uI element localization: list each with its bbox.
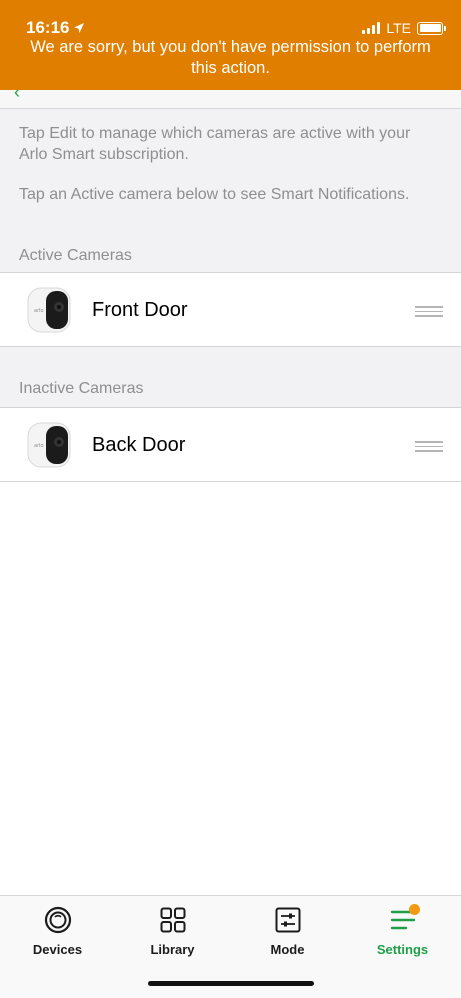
signal-icon <box>362 22 381 34</box>
library-icon <box>160 907 185 933</box>
camera-name: Front Door <box>92 299 188 321</box>
active-cameras-heading: Active Cameras <box>19 247 132 264</box>
home-indicator[interactable] <box>148 981 314 986</box>
camera-row-back-door[interactable]: arlo Back Door <box>0 407 461 482</box>
notification-dot <box>409 904 420 915</box>
banner-message: We are sorry, but you don't have permiss… <box>30 38 431 77</box>
tab-mode[interactable]: Mode <box>230 906 345 957</box>
status-time: 16:16 <box>26 18 85 38</box>
tab-label: Library <box>150 942 195 957</box>
tab-label: Mode <box>270 942 305 957</box>
screen: 16:16 LTE We are sorry, but you don't ha… <box>0 0 461 998</box>
camera-thumbnail-icon: arlo <box>27 422 71 468</box>
location-arrow-icon <box>74 23 85 33</box>
camera-thumbnail-icon: arlo <box>27 287 71 333</box>
drag-handle-icon[interactable] <box>415 441 443 455</box>
mode-icon <box>275 907 300 933</box>
camera-name: Back Door <box>92 434 186 456</box>
permission-banner: 16:16 LTE We are sorry, but you don't ha… <box>0 0 461 90</box>
info-active-text: Tap an Active camera below to see Smart … <box>19 186 410 203</box>
nav-header: ‹ <box>0 90 461 109</box>
svg-text:arlo: arlo <box>34 443 44 449</box>
empty-area <box>0 482 461 895</box>
time-text: 16:16 <box>26 18 70 37</box>
tab-devices[interactable]: Devices <box>0 906 115 957</box>
inactive-cameras-heading: Inactive Cameras <box>19 380 144 397</box>
drag-handle-icon[interactable] <box>415 306 443 320</box>
back-chevron-icon[interactable]: ‹ <box>14 90 20 103</box>
status-indicators: LTE <box>362 20 446 36</box>
tab-label: Devices <box>32 942 83 957</box>
svg-text:arlo: arlo <box>34 308 44 314</box>
network-label: LTE <box>386 20 411 36</box>
tab-settings[interactable]: Settings <box>345 904 460 957</box>
info-edit-text: Tap Edit to manage which cameras are act… <box>19 125 411 163</box>
camera-row-front-door[interactable]: arlo Front Door <box>0 272 461 347</box>
battery-icon <box>417 21 446 35</box>
devices-icon <box>44 906 71 934</box>
tab-library[interactable]: Library <box>115 906 230 957</box>
tab-label: Settings <box>376 942 429 957</box>
